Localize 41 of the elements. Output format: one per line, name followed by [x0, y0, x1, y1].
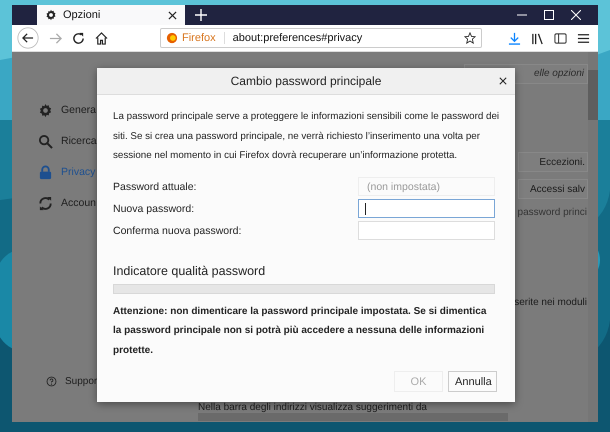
field-label: Nuova password: [113, 202, 194, 214]
text-cursor [365, 202, 366, 214]
description-text: La password principale serve a proteggere le informazioni sensibili come le password dei siti. Se si crea una password principale, ne verrà richiesto l’inserimento una volta per sessione nel momento in cui Firefox dovrà recuperare un’informazione protetta. [113, 110, 500, 163]
lock-icon [38, 164, 53, 180]
exceptions-button[interactable]: Eccezioni. [518, 152, 588, 172]
field-label: Password attuale: [113, 180, 196, 192]
tab-title: Opzioni [63, 9, 100, 21]
saved-logins-button[interactable]: Accessi salv [518, 179, 588, 199]
star-icon[interactable] [464, 32, 476, 44]
close-icon[interactable] [168, 10, 177, 20]
sync-icon [38, 196, 53, 210]
setting-label: serite nei moduli [514, 297, 588, 308]
url-text: about:preferences#privacy [232, 32, 362, 44]
site-label: Firefox [182, 32, 225, 44]
warning-text: Attenzione: non dimenticare la password principale impostata. Se si dimentica la password principale non si potrà più accedere a nessuna delle informazioni protette. [113, 304, 488, 358]
new-tab-icon[interactable] [195, 9, 207, 21]
browser-logo-icon [166, 32, 178, 44]
dialog-title: Cambio password principale [230, 74, 382, 88]
help-icon [46, 376, 57, 386]
meter-title: Indicatore qualità password [113, 264, 266, 278]
browser-tab[interactable]: Opzioni [37, 5, 185, 25]
field-label: Conferma nuova password: [113, 224, 242, 236]
setting-label: Nella barra degli indirizzi visualizza suggerimenti da [198, 402, 428, 413]
maximize-icon[interactable] [544, 10, 554, 20]
horizontal-scrollbar[interactable] [198, 413, 508, 421]
sidebar-icon[interactable] [554, 32, 567, 44]
home-icon[interactable] [95, 32, 108, 44]
library-icon[interactable] [531, 32, 544, 44]
vertical-scrollbar[interactable] [588, 52, 598, 422]
address-bar[interactable]: Firefox about:preferences#privacy [160, 28, 482, 48]
dialog-button[interactable]: Annulla [448, 371, 497, 392]
gear-icon [45, 9, 57, 21]
gear-icon [38, 102, 53, 118]
password-field[interactable] [358, 199, 495, 218]
close-icon[interactable] [499, 77, 507, 85]
download-icon[interactable] [508, 32, 521, 44]
back-icon[interactable] [17, 27, 39, 49]
change-password-button[interactable]: password princi [518, 207, 588, 218]
search-icon [38, 134, 53, 148]
menu-icon[interactable] [577, 32, 590, 44]
reload-icon[interactable] [72, 32, 85, 44]
